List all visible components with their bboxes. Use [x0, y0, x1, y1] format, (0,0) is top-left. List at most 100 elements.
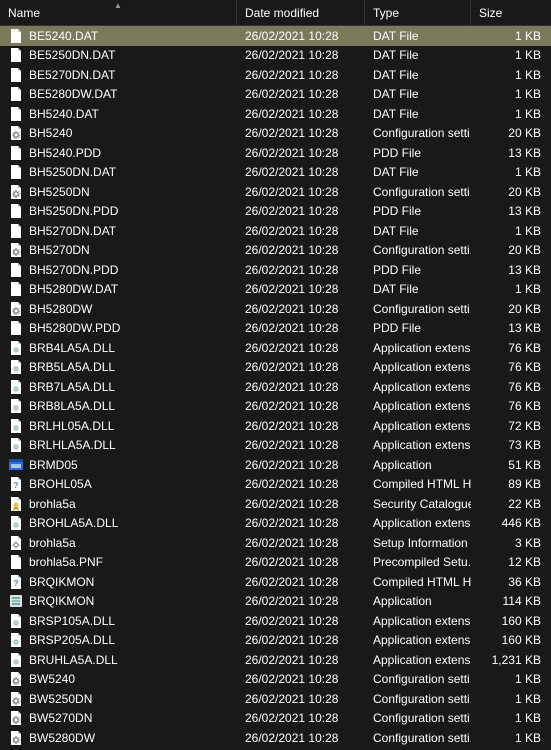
cell-size: 1 KB	[471, 692, 549, 706]
dll-icon	[8, 340, 24, 356]
table-row[interactable]: BRSP205A.DLL26/02/2021 10:28Application …	[0, 631, 551, 651]
table-row[interactable]: BH5250DN.PDD26/02/2021 10:28PDD File13 K…	[0, 202, 551, 222]
cell-type: DAT File	[365, 48, 471, 62]
table-row[interactable]: BRSP105A.DLL26/02/2021 10:28Application …	[0, 611, 551, 631]
gear-icon	[8, 242, 24, 258]
cell-date: 26/02/2021 10:28	[237, 731, 365, 745]
cell-type: Configuration setti...	[365, 731, 471, 745]
gear-icon	[8, 125, 24, 141]
table-row[interactable]: BW524026/02/2021 10:28Configuration sett…	[0, 670, 551, 690]
table-row[interactable]: brohla5a26/02/2021 10:28Security Catalog…	[0, 494, 551, 514]
sort-indicator-icon: ▲	[114, 1, 122, 10]
table-row[interactable]: BH5270DN.PDD26/02/2021 10:28PDD File13 K…	[0, 260, 551, 280]
table-row[interactable]: BH5270DN.DAT26/02/2021 10:28DAT File1 KB	[0, 221, 551, 241]
cell-size: 20 KB	[471, 126, 549, 140]
table-row[interactable]: BE5240.DAT26/02/2021 10:28DAT File1 KB	[0, 26, 551, 46]
cell-size: 13 KB	[471, 204, 549, 218]
dll-icon	[8, 437, 24, 453]
table-row[interactable]: BH5250DN26/02/2021 10:28Configuration se…	[0, 182, 551, 202]
table-row[interactable]: BE5270DN.DAT26/02/2021 10:28DAT File1 KB	[0, 65, 551, 85]
column-header-size[interactable]: Size	[471, 0, 549, 25]
cell-date: 26/02/2021 10:28	[237, 477, 365, 491]
table-row[interactable]: BRLHLA5A.DLL26/02/2021 10:28Application …	[0, 436, 551, 456]
cell-date: 26/02/2021 10:28	[237, 87, 365, 101]
table-row[interactable]: ?BROHL05A26/02/2021 10:28Compiled HTML H…	[0, 475, 551, 495]
svg-text:?: ?	[14, 579, 19, 588]
cell-date: 26/02/2021 10:28	[237, 282, 365, 296]
table-row[interactable]: BE5250DN.DAT26/02/2021 10:28DAT File1 KB	[0, 46, 551, 66]
cell-name: brohla5a	[0, 535, 237, 551]
table-row[interactable]: BH5240.DAT26/02/2021 10:28DAT File1 KB	[0, 104, 551, 124]
table-row[interactable]: BE5280DW.DAT26/02/2021 10:28DAT File1 KB	[0, 85, 551, 105]
table-row[interactable]: BH5280DW.DAT26/02/2021 10:28DAT File1 KB	[0, 280, 551, 300]
cell-name: BH5280DW.DAT	[0, 281, 237, 297]
column-header-type[interactable]: Type	[365, 0, 471, 25]
cell-size: 160 KB	[471, 633, 549, 647]
cell-name: ?BRQIKMON	[0, 574, 237, 590]
cell-date: 26/02/2021 10:28	[237, 419, 365, 433]
cell-type: Configuration setti...	[365, 711, 471, 725]
cell-date: 26/02/2021 10:28	[237, 185, 365, 199]
column-label: Date modified	[245, 6, 319, 20]
table-row[interactable]: BW5280DW26/02/2021 10:28Configuration se…	[0, 728, 551, 748]
table-row[interactable]: BROHLA5A.DLL26/02/2021 10:28Application …	[0, 514, 551, 534]
table-row[interactable]: BRB4LA5A.DLL26/02/2021 10:28Application …	[0, 338, 551, 358]
file-name: BH5250DN.DAT	[29, 165, 116, 179]
cell-type: Compiled HTML H...	[365, 477, 471, 491]
cell-name: BROHLA5A.DLL	[0, 515, 237, 531]
table-row[interactable]: BH5270DN26/02/2021 10:28Configuration se…	[0, 241, 551, 261]
column-header-name[interactable]: Name ▲	[0, 0, 237, 25]
table-row[interactable]: BRB7LA5A.DLL26/02/2021 10:28Application …	[0, 377, 551, 397]
cell-size: 446 KB	[471, 516, 549, 530]
file-name: BRSP105A.DLL	[29, 614, 115, 628]
cell-type: DAT File	[365, 87, 471, 101]
column-label: Name	[8, 6, 40, 20]
table-row[interactable]: BW5250DN26/02/2021 10:28Configuration se…	[0, 689, 551, 709]
table-row[interactable]: BH5240.PDD26/02/2021 10:28PDD File13 KB	[0, 143, 551, 163]
cell-size: 20 KB	[471, 302, 549, 316]
column-header-date[interactable]: Date modified	[237, 0, 365, 25]
cell-size: 1 KB	[471, 731, 549, 745]
table-row[interactable]: BRQIKMON26/02/2021 10:28Application114 K…	[0, 592, 551, 612]
table-row[interactable]: ?BRQIKMON26/02/2021 10:28Compiled HTML H…	[0, 572, 551, 592]
cell-name: BH5280DW.PDD	[0, 320, 237, 336]
cell-type: PDD File	[365, 321, 471, 335]
table-row[interactable]: BRB8LA5A.DLL26/02/2021 10:28Application …	[0, 397, 551, 417]
cell-type: Configuration setti...	[365, 243, 471, 257]
table-row[interactable]: BH524026/02/2021 10:28Configuration sett…	[0, 124, 551, 144]
cell-type: PDD File	[365, 204, 471, 218]
cell-name: BW5250DN	[0, 691, 237, 707]
cell-date: 26/02/2021 10:28	[237, 48, 365, 62]
app-icon	[8, 457, 24, 473]
table-row[interactable]: brohla5a26/02/2021 10:28Setup Informatio…	[0, 533, 551, 553]
cell-type: Application extens...	[365, 380, 471, 394]
cell-name: BRLHL05A.DLL	[0, 418, 237, 434]
cell-date: 26/02/2021 10:28	[237, 633, 365, 647]
file-name: BW5240	[29, 672, 75, 686]
chm-icon: ?	[8, 574, 24, 590]
file-icon	[8, 164, 24, 180]
cell-date: 26/02/2021 10:28	[237, 243, 365, 257]
cell-type: Configuration setti...	[365, 672, 471, 686]
table-row[interactable]: BW5270DN26/02/2021 10:28Configuration se…	[0, 709, 551, 729]
cell-size: 76 KB	[471, 341, 549, 355]
cell-name: BH5240	[0, 125, 237, 141]
table-row[interactable]: BH5250DN.DAT26/02/2021 10:28DAT File1 KB	[0, 163, 551, 183]
cell-size: 1 KB	[471, 68, 549, 82]
cell-type: Configuration setti...	[365, 302, 471, 316]
cell-date: 26/02/2021 10:28	[237, 653, 365, 667]
cell-type: Application extens...	[365, 633, 471, 647]
file-icon	[8, 67, 24, 83]
cell-size: 3 KB	[471, 536, 549, 550]
file-list: BE5240.DAT26/02/2021 10:28DAT File1 KBBE…	[0, 26, 551, 748]
table-row[interactable]: BRB5LA5A.DLL26/02/2021 10:28Application …	[0, 358, 551, 378]
table-row[interactable]: BH5280DW26/02/2021 10:28Configuration se…	[0, 299, 551, 319]
table-row[interactable]: BH5280DW.PDD26/02/2021 10:28PDD File13 K…	[0, 319, 551, 339]
table-row[interactable]: brohla5a.PNF26/02/2021 10:28Precompiled …	[0, 553, 551, 573]
cell-size: 13 KB	[471, 321, 549, 335]
table-row[interactable]: BRUHLA5A.DLL26/02/2021 10:28Application …	[0, 650, 551, 670]
table-row[interactable]: BRLHL05A.DLL26/02/2021 10:28Application …	[0, 416, 551, 436]
table-row[interactable]: BRMD0526/02/2021 10:28Application51 KB	[0, 455, 551, 475]
cell-date: 26/02/2021 10:28	[237, 126, 365, 140]
cell-size: 51 KB	[471, 458, 549, 472]
